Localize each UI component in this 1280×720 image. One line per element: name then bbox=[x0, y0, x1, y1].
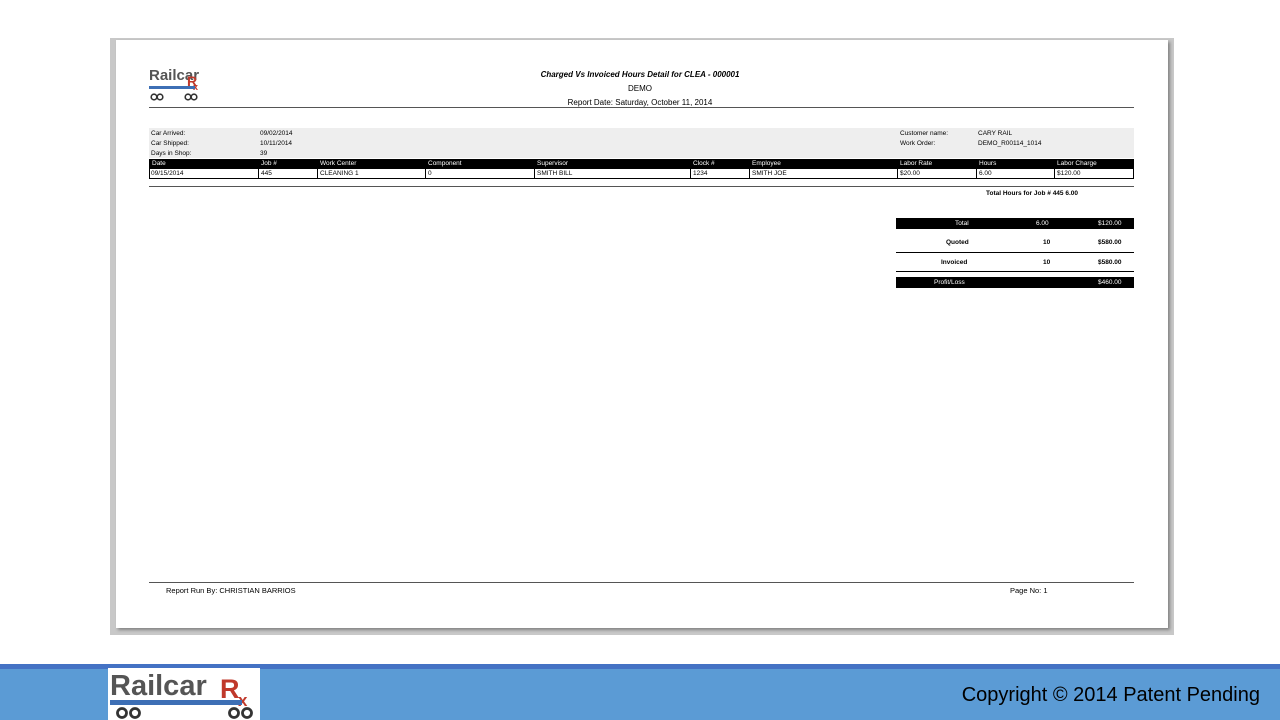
cell-component: 0 bbox=[425, 169, 534, 178]
railcarrx-logo-small: Railcar R x bbox=[149, 67, 199, 101]
col-header-hours: Hours bbox=[979, 160, 997, 167]
report-title: Charged Vs Invoiced Hours Detail for CLE… bbox=[540, 70, 740, 79]
col-header-labor-charge: Labor Charge bbox=[1057, 160, 1097, 167]
svg-text:Railcar: Railcar bbox=[110, 670, 207, 702]
copyright-text: Copyright © 2014 Patent Pending bbox=[961, 684, 1260, 706]
summary-profit-amount: $460.00 bbox=[1098, 279, 1122, 286]
summary-invoiced-divider bbox=[896, 271, 1134, 272]
days-in-shop-label: Days in Shop: bbox=[151, 150, 192, 157]
footer-divider bbox=[149, 582, 1134, 583]
col-header-component: Component bbox=[428, 160, 462, 167]
customer-name-label: Customer name: bbox=[900, 130, 949, 137]
railcarrx-logo-large: Railcar R x bbox=[108, 668, 260, 720]
col-header-employee: Employee bbox=[752, 160, 781, 167]
summary-total-amount: $120.00 bbox=[1098, 220, 1122, 227]
work-order-label: Work Order: bbox=[900, 140, 936, 147]
summary-quoted-label: Quoted bbox=[946, 239, 969, 246]
col-header-work-center: Work Center bbox=[320, 160, 357, 167]
summary-quoted-hours: 10 bbox=[1043, 239, 1051, 246]
work-order-value: DEMO_R00114_1014 bbox=[978, 140, 1042, 147]
summary-invoiced-amount: $580.00 bbox=[1098, 259, 1122, 266]
cell-clock: 1234 bbox=[690, 169, 749, 178]
col-header-clock: Clock # bbox=[693, 160, 715, 167]
cell-supervisor: SMITH BILL bbox=[534, 169, 690, 178]
summary-invoiced-label: Invoiced bbox=[941, 259, 968, 266]
cell-work-center: CLEANING 1 bbox=[317, 169, 425, 178]
cell-labor-rate: $20.00 bbox=[897, 169, 976, 178]
col-header-date: Date bbox=[152, 160, 166, 167]
report-subtitle: DEMO bbox=[628, 84, 652, 93]
customer-name-value: CARY RAIL bbox=[978, 130, 1013, 137]
summary-profit-label: Profit/Loss bbox=[934, 279, 965, 286]
total-hours-for-job: Total Hours for Job # 445 6.00 bbox=[986, 190, 1078, 197]
cell-employee: SMITH JOE bbox=[749, 169, 897, 178]
days-in-shop-value: 39 bbox=[260, 150, 268, 157]
cell-date: 09/15/2014 bbox=[151, 170, 184, 177]
report-run-by: Report Run By: CHRISTIAN BARRIOS bbox=[166, 586, 296, 595]
summary-quoted-amount: $580.00 bbox=[1098, 239, 1122, 246]
cell-hours: 6.00 bbox=[976, 169, 1054, 178]
page-number: Page No: 1 bbox=[1010, 586, 1048, 595]
table-divider bbox=[149, 186, 1134, 187]
summary-quoted-divider bbox=[896, 252, 1134, 253]
car-arrived-label: Car Arrived: bbox=[151, 130, 186, 137]
report-date: Report Date: Saturday, October 11, 2014 bbox=[567, 98, 713, 107]
summary-total-label: Total bbox=[955, 220, 969, 227]
col-header-labor-rate: Labor Rate bbox=[900, 160, 933, 167]
header-divider bbox=[149, 107, 1134, 108]
car-shipped-label: Car Shipped: bbox=[151, 140, 189, 147]
col-header-job: Job # bbox=[261, 160, 277, 167]
summary-total-hours: 6.00 bbox=[1036, 220, 1049, 227]
car-shipped-value: 10/11/2014 bbox=[260, 140, 293, 147]
summary-invoiced-hours: 10 bbox=[1043, 259, 1051, 266]
col-header-supervisor: Supervisor bbox=[537, 160, 569, 167]
cell-labor-charge: $120.00 bbox=[1054, 169, 1134, 178]
car-arrived-value: 09/02/2014 bbox=[260, 130, 293, 137]
svg-text:R: R bbox=[220, 674, 240, 704]
cell-job: 445 bbox=[258, 169, 317, 178]
